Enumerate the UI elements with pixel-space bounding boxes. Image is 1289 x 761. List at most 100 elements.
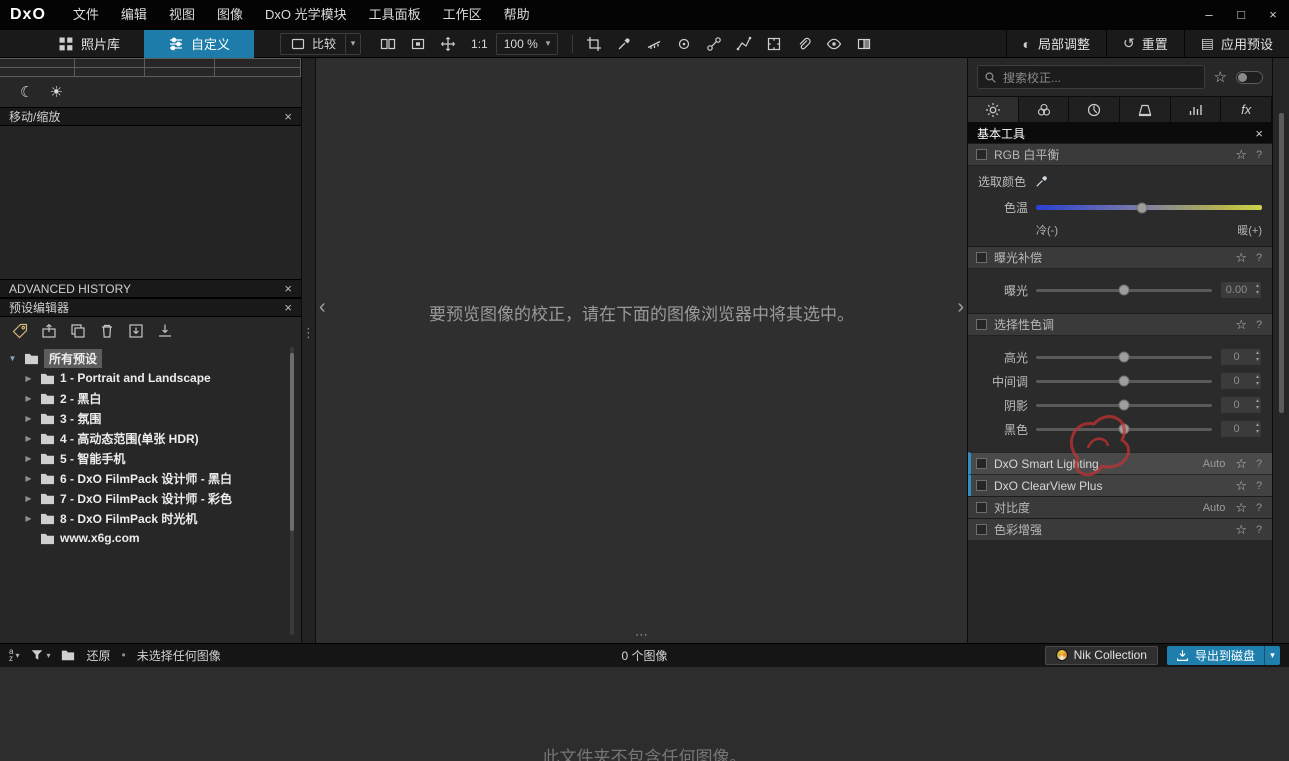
slider-thumb[interactable]	[1118, 351, 1130, 363]
expander-icon[interactable]: ▶	[22, 474, 35, 483]
tab-geometry[interactable]	[1120, 97, 1171, 122]
slider-thumb[interactable]	[1118, 284, 1130, 296]
exposure-value-input[interactable]: 0.00 ▴ ▾	[1220, 281, 1262, 299]
pan-button[interactable]	[435, 33, 461, 55]
close-icon[interactable]: ×	[284, 109, 292, 124]
menu-optics-modules[interactable]: DxO 光学模块	[254, 0, 358, 30]
help-icon[interactable]: ?	[1254, 149, 1264, 161]
favorite-star-icon[interactable]: ☆	[1235, 522, 1247, 538]
duplicate-preset-icon[interactable]	[70, 323, 86, 339]
tab-histogram[interactable]	[1171, 97, 1222, 122]
midtones-slider[interactable]	[1036, 375, 1212, 387]
preset-folder[interactable]: ▶ 6 - DxO FilmPack 设计师 - 黑白	[0, 468, 301, 488]
tab-customize[interactable]: 自定义	[144, 29, 255, 58]
menu-view[interactable]: 视图	[158, 0, 206, 30]
exposure-slider[interactable]	[1036, 284, 1212, 296]
midtones-value-input[interactable]: 0 ▴ ▾	[1220, 372, 1262, 390]
favorites-filter-icon[interactable]: ☆	[1214, 68, 1227, 86]
minimize-button[interactable]: –	[1193, 0, 1225, 30]
sort-button[interactable]: az ▾	[9, 648, 19, 663]
crop-tool-button[interactable]	[581, 33, 607, 55]
control-line-button[interactable]	[701, 33, 727, 55]
help-icon[interactable]: ?	[1254, 252, 1264, 264]
left-panel-splitter[interactable]: ⋮	[302, 58, 316, 643]
slider-thumb[interactable]	[1118, 375, 1130, 387]
maximize-button[interactable]: □	[1225, 0, 1257, 30]
expander-icon[interactable]: ▶	[22, 394, 35, 403]
tab-photolibrary[interactable]: 照片库	[34, 30, 144, 58]
temperature-slider[interactable]	[1036, 202, 1262, 213]
favorite-star-icon[interactable]: ☆	[1235, 456, 1247, 472]
menu-file[interactable]: 文件	[62, 0, 110, 30]
stepper-arrows[interactable]: ▴ ▾	[1256, 422, 1259, 436]
expander-icon[interactable]: ▶	[22, 434, 35, 443]
favorite-star-icon[interactable]: ☆	[1235, 478, 1247, 494]
save-preset-icon[interactable]	[157, 323, 173, 339]
enable-checkbox[interactable]	[976, 524, 987, 535]
enable-checkbox[interactable]	[976, 458, 987, 469]
local-adjustments-button[interactable]: ◐ 局部调整	[1007, 30, 1106, 57]
close-icon[interactable]: ×	[284, 300, 292, 315]
tool-dxo-clearview-plus[interactable]: DxO ClearView Plus ☆ ?	[968, 474, 1272, 496]
enable-checkbox[interactable]	[976, 480, 987, 491]
export-dropdown-arrow[interactable]: ▾	[1264, 645, 1280, 665]
preset-folder[interactable]: ▶ 5 - 智能手机	[0, 448, 301, 468]
tool-contrast[interactable]: 对比度 Auto ☆ ?	[968, 496, 1272, 518]
enable-checkbox[interactable]	[976, 319, 987, 330]
tab-fx[interactable]: fx	[1221, 97, 1273, 122]
favorite-star-icon[interactable]: ☆	[1235, 250, 1247, 266]
fit-view-button[interactable]	[405, 33, 431, 55]
tab-light[interactable]	[968, 97, 1019, 122]
tree-root-all-presets[interactable]: ▼ 所有预设	[0, 348, 301, 368]
shadows-slider[interactable]	[1036, 399, 1212, 411]
scrollbar-thumb[interactable]	[1279, 113, 1284, 413]
create-preset-icon[interactable]	[12, 323, 28, 339]
tool-selective-tone[interactable]: 选择性色调 ☆ ?	[968, 313, 1272, 335]
split-view-button[interactable]	[375, 33, 401, 55]
expander-icon[interactable]: ▶	[22, 374, 35, 383]
mask-button[interactable]	[851, 33, 877, 55]
shadows-value-input[interactable]: 0 ▴ ▾	[1220, 396, 1262, 414]
tool-exposure-compensation[interactable]: 曝光补偿 ☆ ?	[968, 246, 1272, 268]
whitebalance-picker-button[interactable]	[611, 33, 637, 55]
tool-dxo-smart-lighting[interactable]: DxO Smart Lighting Auto ☆ ?	[968, 452, 1272, 474]
compare-button[interactable]: 比较	[281, 34, 345, 54]
close-button[interactable]: ×	[1257, 0, 1289, 30]
expander-icon[interactable]: ▶	[22, 514, 35, 523]
preset-folder[interactable]: ▶ 2 - 黑白	[0, 388, 301, 408]
delete-preset-icon[interactable]	[99, 323, 115, 339]
restore-button[interactable]: 还原	[86, 647, 110, 664]
help-icon[interactable]: ?	[1254, 524, 1264, 536]
preset-folder[interactable]: ▶ 8 - DxO FilmPack 时光机	[0, 508, 301, 528]
slider-thumb[interactable]	[1118, 399, 1130, 411]
zoom-level-select[interactable]: 100 % ▾	[495, 32, 559, 55]
favorite-star-icon[interactable]: ☆	[1235, 317, 1247, 333]
shadow-clipping-icon[interactable]: ☾	[20, 83, 33, 101]
compare-dropdown-arrow[interactable]: ▾	[345, 33, 360, 54]
enable-checkbox[interactable]	[976, 502, 987, 513]
control-point-button[interactable]	[671, 33, 697, 55]
highlight-clipping-icon[interactable]: ☀	[49, 83, 62, 101]
close-icon[interactable]: ×	[1255, 126, 1263, 141]
expander-icon[interactable]: ▶	[22, 414, 35, 423]
preset-folder[interactable]: ▶ 4 - 高动态范围(单张 HDR)	[0, 428, 301, 448]
collapse-left-panel-icon[interactable]: ‹	[319, 296, 326, 319]
menu-palettes[interactable]: 工具面板	[358, 0, 432, 30]
slider-thumb[interactable]	[1118, 423, 1130, 435]
expander-icon[interactable]: ▶	[22, 494, 35, 503]
stepper-arrows[interactable]: ▴ ▾	[1256, 283, 1259, 297]
apply-preset-button[interactable]: ▤ 应用预设	[1185, 30, 1289, 57]
menu-image[interactable]: 图像	[206, 0, 254, 30]
blacks-value-input[interactable]: 0 ▴ ▾	[1220, 420, 1262, 438]
tab-detail[interactable]	[1069, 97, 1121, 122]
help-icon[interactable]: ?	[1254, 502, 1264, 514]
favorite-star-icon[interactable]: ☆	[1235, 500, 1247, 516]
reset-button[interactable]: ↺ 重置	[1107, 30, 1184, 57]
blacks-slider[interactable]	[1036, 423, 1212, 435]
help-icon[interactable]: ?	[1254, 458, 1264, 470]
nik-collection-button[interactable]: Nik Collection	[1044, 645, 1158, 665]
highlights-slider[interactable]	[1036, 351, 1212, 363]
preset-folder[interactable]: ▶ www.x6g.com	[0, 528, 301, 548]
slider-thumb[interactable]	[1136, 202, 1148, 213]
menu-edit[interactable]: 编辑	[110, 0, 158, 30]
